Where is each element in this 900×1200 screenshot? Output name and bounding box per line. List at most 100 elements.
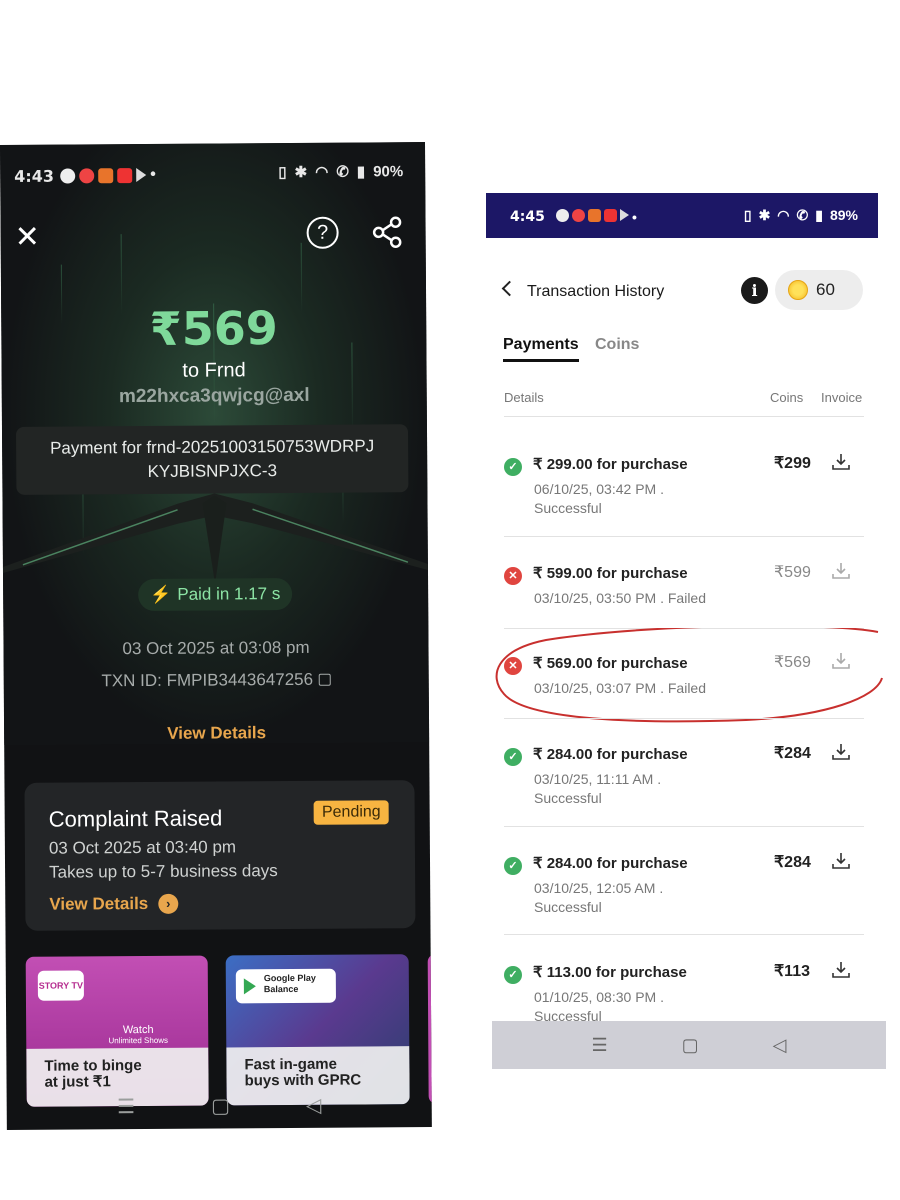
row-title: ₹ 284.00 for purchase bbox=[533, 746, 688, 763]
tab-payments[interactable]: Payments bbox=[503, 336, 579, 362]
shop-icon bbox=[588, 209, 601, 222]
promo-caption-line: at just ₹1 bbox=[44, 1073, 111, 1091]
share-icon[interactable] bbox=[372, 216, 403, 248]
complaint-view-details[interactable]: View Details › bbox=[49, 893, 179, 915]
view-details-link[interactable]: View Details bbox=[4, 722, 429, 745]
complaint-title: Complaint Raised bbox=[48, 805, 223, 832]
wifi-icon: ◠ bbox=[315, 163, 329, 181]
status-bar: 4:45 • ▯ ✱ ◠ ✆ ▮ 89% bbox=[486, 193, 878, 238]
recents-icon[interactable]: ☰ bbox=[117, 1094, 135, 1119]
chevron-right-icon: › bbox=[158, 893, 179, 914]
download-icon[interactable] bbox=[832, 852, 850, 870]
complaint-view-details-label: View Details bbox=[49, 893, 149, 914]
row-amount: ₹599 bbox=[774, 564, 811, 581]
failed-x-icon: ✕ bbox=[504, 567, 522, 585]
status-bar: 4:43 • ▯ ✱ ◠ ✆ ▮ 90% bbox=[0, 142, 425, 205]
divider bbox=[504, 826, 864, 827]
payment-receipt-screen: 4:43 • ▯ ✱ ◠ ✆ ▮ 90% ✕ ? ₹569 to Frnd m2… bbox=[0, 142, 432, 1130]
promo-banner-google-play[interactable]: Google Play Balance Fast in-game buys wi… bbox=[225, 954, 410, 1106]
promo-banner-partial[interactable] bbox=[427, 953, 432, 1105]
recents-icon[interactable]: ☰ bbox=[592, 1035, 608, 1056]
promo-watch-sub: Unlimited Shows bbox=[108, 1035, 169, 1046]
success-check-icon: ✓ bbox=[504, 966, 522, 984]
notification-icons: • bbox=[556, 209, 637, 225]
row-title: ₹ 599.00 for purchase bbox=[533, 565, 688, 582]
divider bbox=[504, 536, 864, 537]
download-icon[interactable] bbox=[832, 562, 850, 580]
info-icon[interactable]: i bbox=[741, 277, 768, 304]
app-icon bbox=[572, 209, 585, 222]
transaction-id-text: TXN ID: FMPIB3443647256 bbox=[101, 669, 314, 691]
divider bbox=[504, 718, 864, 719]
promo-banner-storytv[interactable]: STORY TV Watch Unlimited Shows Time to b… bbox=[25, 955, 209, 1107]
row-meta: 03/10/25, 12:05 AM . Successful bbox=[534, 880, 664, 915]
play-icon bbox=[136, 167, 147, 183]
coins-count: 60 bbox=[816, 280, 835, 299]
status-dot: • bbox=[632, 209, 637, 225]
copy-icon[interactable] bbox=[319, 673, 332, 686]
download-icon[interactable] bbox=[832, 961, 850, 979]
chat-icon bbox=[60, 167, 76, 184]
divider bbox=[504, 934, 864, 935]
payee-vpa: m22hxca3qwjcg@axl bbox=[118, 384, 310, 408]
status-right: ▯ ✱ ◠ ✆ ▮ 89% bbox=[744, 207, 858, 224]
status-dot: • bbox=[150, 165, 156, 183]
payment-note: Payment for frnd-20251003150753WDRPJ KYJ… bbox=[15, 424, 409, 495]
bluetooth-icon: ✱ bbox=[294, 163, 308, 181]
table-row: ✓ ₹ 299.00 for purchase 06/10/25, 03:42 … bbox=[504, 430, 866, 530]
signal-icon: ▮ bbox=[815, 207, 823, 223]
coins-balance[interactable]: 60 bbox=[775, 270, 863, 310]
column-header-invoice: Invoice bbox=[821, 390, 863, 405]
home-icon[interactable]: ▢ bbox=[682, 1035, 699, 1056]
status-time: 4:45 bbox=[510, 209, 545, 225]
transaction-id: TXN ID: FMPIB3443647256 bbox=[4, 669, 429, 692]
battery-level: 90% bbox=[373, 162, 404, 180]
back-arrow-icon[interactable] bbox=[501, 280, 518, 297]
column-header-coins: Coins bbox=[770, 390, 804, 405]
row-meta: 06/10/25, 03:42 PM . Successful bbox=[534, 481, 664, 516]
row-amount: ₹284 bbox=[774, 854, 811, 871]
promo-caption-line: Fast in-game bbox=[244, 1055, 338, 1074]
battery-level: 89% bbox=[829, 207, 858, 223]
navigation-bar: ☰ ▢ ◁ bbox=[492, 1021, 886, 1069]
app-icon bbox=[117, 167, 133, 183]
vibrate-icon: ▯ bbox=[743, 207, 752, 223]
storytv-logo: STORY TV bbox=[37, 970, 84, 1001]
download-icon[interactable] bbox=[832, 743, 850, 761]
promo-watch: Watch bbox=[122, 1023, 154, 1037]
table-row: ✓ ₹ 284.00 for purchase 03/10/25, 12:05 … bbox=[504, 829, 866, 929]
page-title: Transaction History bbox=[527, 283, 665, 300]
vibrate-icon: ▯ bbox=[278, 163, 287, 182]
row-amount: ₹299 bbox=[774, 455, 811, 472]
bluetooth-icon: ✱ bbox=[758, 207, 771, 223]
paid-speed-badge: ⚡ Paid in 1.17 s bbox=[138, 577, 293, 612]
row-title: ₹ 284.00 for purchase bbox=[533, 855, 688, 872]
notification-icons: • bbox=[60, 166, 156, 185]
help-icon[interactable]: ? bbox=[306, 216, 339, 249]
promo-watch-text: Watch Unlimited Shows bbox=[106, 1024, 170, 1045]
home-icon[interactable]: ▢ bbox=[211, 1093, 230, 1118]
signal-icon: ▮ bbox=[356, 163, 366, 181]
download-icon[interactable] bbox=[832, 453, 850, 471]
column-header-details: Details bbox=[504, 390, 544, 405]
back-icon[interactable]: ◁ bbox=[306, 1093, 322, 1118]
row-title: ₹ 113.00 for purchase bbox=[533, 964, 687, 981]
payee-name: to Frnd bbox=[182, 359, 246, 382]
payment-date: 03 Oct 2025 at 03:08 pm bbox=[122, 637, 310, 659]
navigation-bar: ☰ ▢ ◁ bbox=[7, 1092, 432, 1120]
play-icon bbox=[620, 209, 629, 221]
row-amount: ₹284 bbox=[774, 745, 811, 762]
close-icon[interactable]: ✕ bbox=[15, 220, 40, 255]
payment-amount: ₹569 bbox=[149, 301, 278, 356]
divider bbox=[504, 416, 864, 417]
success-check-icon: ✓ bbox=[504, 857, 522, 875]
success-check-icon: ✓ bbox=[504, 458, 522, 476]
call-icon: ✆ bbox=[336, 163, 349, 181]
note-line: Payment for frnd-20251003150753WDRPJ bbox=[49, 436, 375, 458]
tab-coins[interactable]: Coins bbox=[595, 336, 639, 354]
call-icon: ✆ bbox=[796, 207, 809, 223]
status-time: 4:43 bbox=[14, 166, 55, 186]
google-play-logo-line: Google Play bbox=[263, 972, 316, 984]
row-title: ₹ 299.00 for purchase bbox=[533, 456, 688, 473]
back-icon[interactable]: ◁ bbox=[773, 1035, 787, 1056]
